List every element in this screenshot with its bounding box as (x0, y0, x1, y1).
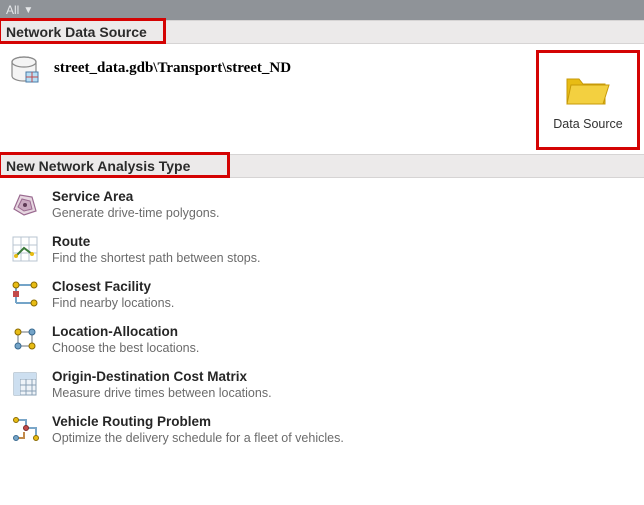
analysis-item-title: Vehicle Routing Problem (52, 414, 344, 429)
section-header-analysis-type: New Network Analysis Type (0, 154, 644, 178)
analysis-type-list: Service Area Generate drive-time polygon… (0, 178, 644, 456)
analysis-item-desc: Choose the best locations. (52, 341, 199, 355)
analysis-item-title: Closest Facility (52, 279, 174, 294)
analysis-item-closest-facility[interactable]: Closest Facility Find nearby locations. (0, 272, 644, 317)
analysis-item-title: Origin-Destination Cost Matrix (52, 369, 272, 384)
analysis-item-route[interactable]: Route Find the shortest path between sto… (0, 227, 644, 272)
od-cost-matrix-icon (10, 369, 40, 399)
analysis-item-service-area[interactable]: Service Area Generate drive-time polygon… (0, 182, 644, 227)
analysis-item-desc: Measure drive times between locations. (52, 386, 272, 400)
data-source-button-label: Data Source (553, 117, 622, 131)
analysis-item-vehicle-routing[interactable]: Vehicle Routing Problem Optimize the del… (0, 407, 644, 452)
closest-facility-icon (10, 279, 40, 309)
filter-bar[interactable]: All ▼ (0, 0, 644, 20)
analysis-item-desc: Find nearby locations. (52, 296, 174, 310)
analysis-item-location-allocation[interactable]: Location-Allocation Choose the best loca… (0, 317, 644, 362)
section-header-data-source: Network Data Source (0, 20, 644, 44)
filter-label: All (6, 3, 19, 17)
section-header-data-source-label: Network Data Source (6, 24, 147, 40)
analysis-item-desc: Find the shortest path between stops. (52, 251, 260, 265)
analysis-item-desc: Optimize the delivery schedule for a fle… (52, 431, 344, 445)
service-area-icon (10, 189, 40, 219)
analysis-item-title: Service Area (52, 189, 219, 204)
dropdown-icon: ▼ (23, 5, 33, 16)
location-allocation-icon (10, 324, 40, 354)
geodatabase-icon (8, 54, 44, 90)
analysis-item-od-cost-matrix[interactable]: Origin-Destination Cost Matrix Measure d… (0, 362, 644, 407)
section-header-analysis-type-label: New Network Analysis Type (6, 158, 190, 174)
analysis-item-title: Route (52, 234, 260, 249)
data-source-button[interactable]: Data Source (540, 54, 636, 146)
vehicle-routing-icon (10, 414, 40, 444)
data-source-path: street_data.gdb\Transport\street_ND (54, 60, 291, 77)
analysis-item-desc: Generate drive-time polygons. (52, 206, 219, 220)
analysis-item-title: Location-Allocation (52, 324, 199, 339)
folder-open-icon (563, 69, 613, 109)
route-icon (10, 234, 40, 264)
data-source-row: street_data.gdb\Transport\street_ND Data… (0, 44, 644, 154)
